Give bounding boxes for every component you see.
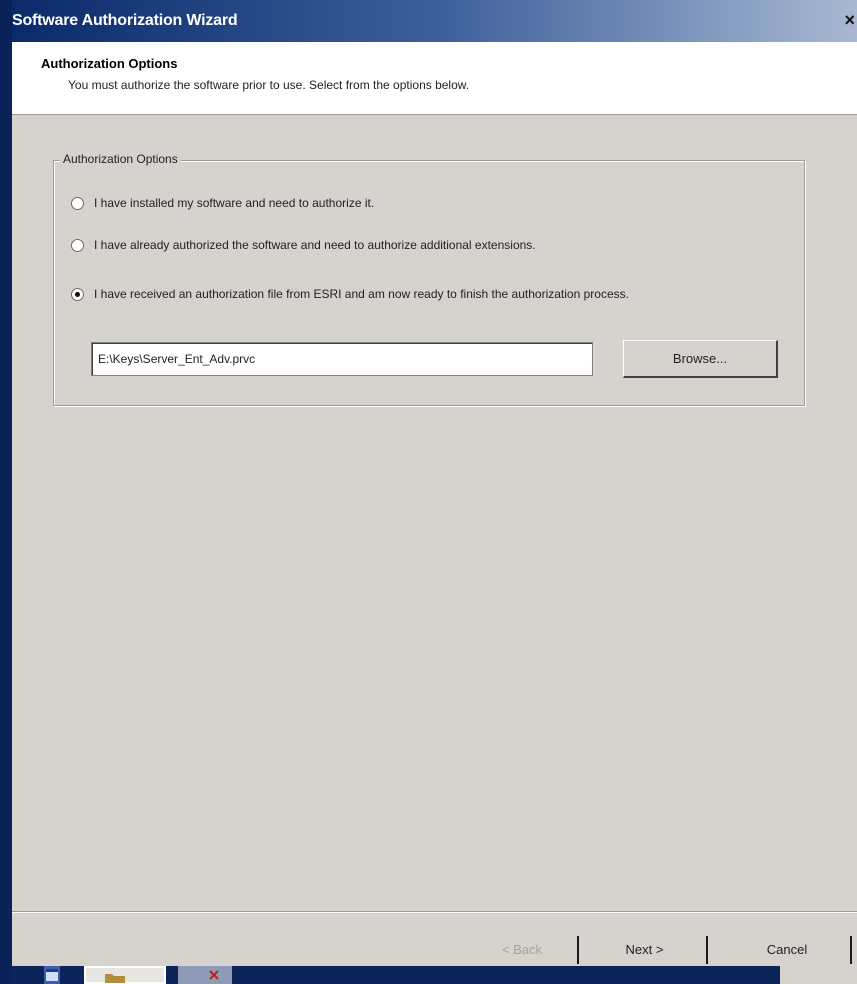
desktop-background (0, 0, 12, 984)
footer-divider (12, 911, 857, 913)
page-subtitle: You must authorize the software prior to… (68, 78, 470, 92)
wizard-window: Software Authorization Wizard × Authoriz… (12, 0, 857, 984)
button-separator (706, 936, 708, 964)
title-bar[interactable]: Software Authorization Wizard × (12, 0, 857, 42)
button-separator (850, 936, 852, 964)
authorization-file-path-input[interactable] (91, 342, 593, 376)
option-label: I have received an authorization file fr… (94, 287, 629, 301)
cancel-button[interactable]: Cancel (727, 934, 847, 966)
window-title: Software Authorization Wizard (12, 12, 238, 29)
tray-area (780, 966, 857, 984)
radio-button[interactable] (71, 239, 84, 252)
next-button[interactable]: Next > (587, 934, 702, 966)
header-panel: Authorization Options You must authorize… (12, 42, 857, 115)
group-legend: Authorization Options (60, 152, 181, 166)
radio-button[interactable] (71, 197, 84, 210)
radio-button-selected[interactable] (71, 288, 84, 301)
option-label: I have already authorized the software a… (94, 238, 536, 252)
close-icon[interactable] (178, 966, 232, 984)
window-icon[interactable] (44, 966, 60, 984)
authorization-options-group: Authorization Options I have installed m… (53, 152, 805, 406)
button-separator (577, 936, 579, 964)
page-title: Authorization Options (41, 56, 178, 71)
taskbar (12, 966, 857, 984)
back-button[interactable]: < Back (467, 934, 577, 966)
close-icon[interactable]: × (844, 10, 855, 31)
folder-icon[interactable] (84, 966, 166, 984)
browse-button[interactable]: Browse... (623, 340, 778, 378)
option-finish-authorization[interactable]: I have received an authorization file fr… (71, 286, 784, 303)
option-additional-extensions[interactable]: I have already authorized the software a… (71, 237, 536, 254)
option-label: I have installed my software and need to… (94, 196, 375, 210)
option-install-authorize[interactable]: I have installed my software and need to… (71, 195, 374, 212)
